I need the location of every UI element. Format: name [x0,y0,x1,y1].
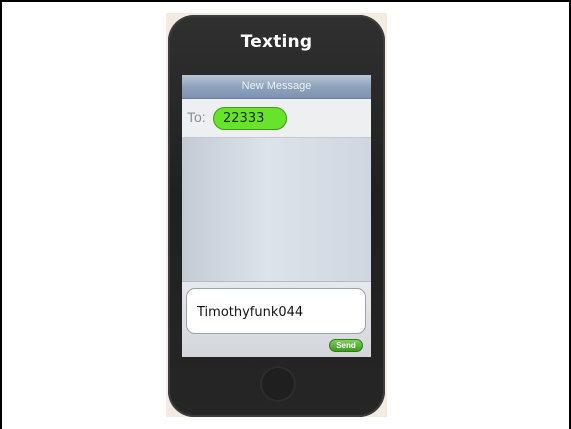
recipient-chip[interactable]: 22333 [213,107,287,130]
navbar-title: New Message [241,80,312,92]
new-message-navbar: New Message [182,75,371,99]
message-thread-area [182,138,371,281]
phone-device: Texting New Message To: 22333 Timothyfun… [168,15,385,417]
home-button-icon[interactable] [260,366,296,402]
send-button[interactable]: Send [329,339,363,352]
phone-title: Texting [240,32,313,52]
message-input[interactable]: Timothyfunk044 [186,288,366,334]
recipient-row[interactable]: To: 22333 [182,99,371,138]
compose-bar: Timothyfunk044 Send [182,281,371,357]
phone-screen: New Message To: 22333 Timothyfunk044 Sen… [182,75,371,357]
to-label: To: [187,109,206,125]
